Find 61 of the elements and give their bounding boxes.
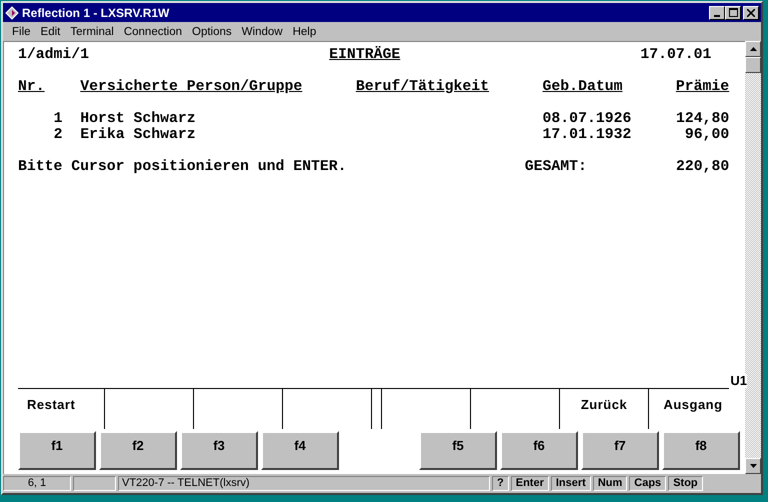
menu-item[interactable]: Options [187,26,237,38]
column-header: Prämie [676,79,730,95]
total-amount: 220,80 [676,159,730,175]
function-key-button[interactable]: f1 [18,431,96,470]
scroll-down-button[interactable] [745,458,761,474]
person-name: Horst Schwarz [80,111,197,127]
status-indicator: Enter [510,476,549,491]
menu-item[interactable]: Terminal [65,26,119,38]
column-header: Versicherte Person/Gruppe [80,79,302,95]
screen-title: EINTRÄGE [329,47,400,63]
premium-amount: 124,80 [676,111,730,127]
row-number: 2 [54,127,62,143]
row-number: 1 [54,111,62,127]
column-header: Beruf/Tätigkeit [356,79,490,95]
function-key-button[interactable]: f6 [500,431,578,470]
connection-status: VT220-7 -- TELNET(lxsrv) [118,476,490,491]
minimize-icon [714,14,720,16]
column-header: Nr. [18,79,45,95]
function-key-label: Zurück [580,397,628,413]
window-title: Reflection 1 - LXSRV.R1W [22,6,170,20]
scroll-up-button[interactable] [745,41,761,57]
function-key-label: Ausgang [663,397,723,413]
function-key-button[interactable]: f3 [180,431,258,470]
down-arrow-icon [750,464,756,468]
session-id: 1/admi/1 [18,47,90,63]
column-header: Geb.Datum [542,79,624,95]
vertical-scrollbar[interactable] [745,41,761,474]
function-key-button[interactable]: f8 [662,431,740,470]
maximize-icon [728,8,738,17]
status-indicator: Stop [668,476,703,491]
up-arrow-icon [750,47,756,51]
birth-date: 08.07.1926 [542,111,632,127]
function-key-button[interactable]: f4 [261,431,339,470]
menu-item[interactable]: Help [288,26,322,38]
close-button[interactable] [743,6,759,20]
function-key-label: Restart [27,397,76,413]
function-key-button[interactable]: f2 [99,431,177,470]
menu-item[interactable]: Edit [36,26,66,38]
menu-item[interactable]: File [7,26,36,38]
menu-item[interactable]: Window [236,26,288,38]
function-key-button[interactable]: f7 [581,431,659,470]
prompt-message: Bitte Cursor positionieren und ENTER. [18,159,347,175]
app-icon [5,6,19,20]
status-indicator: Caps [629,476,666,491]
screen-id: U1 [730,374,747,388]
total-label: GESAMT: [524,159,587,175]
minimize-button[interactable] [709,6,725,20]
close-icon [747,8,755,16]
person-name: Erika Schwarz [80,127,197,143]
status-indicator: ? [492,476,509,491]
function-key-button[interactable]: f5 [419,431,497,470]
cursor-position: 6, 1 [3,476,71,491]
scroll-thumb[interactable] [745,57,761,73]
date-text: 17.07.01 [640,47,712,63]
status-panel [73,476,116,491]
birth-date: 17.01.1932 [542,127,632,143]
menu-item[interactable]: Connection [118,26,188,38]
status-indicator: Num [592,476,628,491]
premium-amount: 96,00 [684,127,730,143]
maximize-button[interactable] [725,6,741,20]
status-indicator: Insert [550,476,591,491]
